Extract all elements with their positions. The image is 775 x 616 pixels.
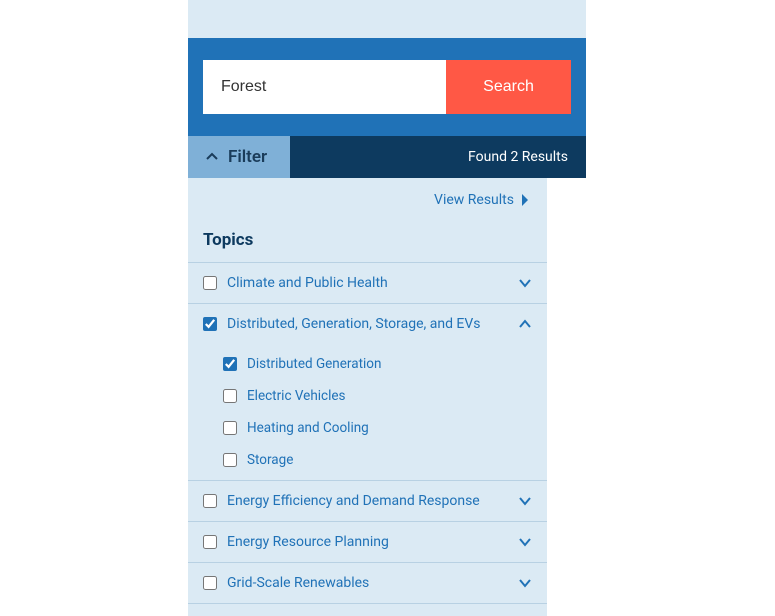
filter-label: Filter — [228, 147, 267, 167]
search-area: Search — [188, 38, 586, 136]
subtopic-storage[interactable]: Storage — [188, 444, 547, 476]
search-input[interactable] — [203, 60, 446, 114]
topic-label: Energy Resource Planning — [227, 534, 508, 550]
search-row: Search — [203, 60, 571, 114]
filter-toggle[interactable]: Filter — [188, 136, 290, 178]
chevron-down-icon[interactable] — [518, 576, 532, 590]
topic-label: Grid-Scale Renewables — [227, 575, 508, 591]
topics-heading: Topics — [188, 216, 547, 263]
topic-checkbox[interactable] — [203, 535, 217, 549]
search-button[interactable]: Search — [446, 60, 571, 114]
topic-checkbox[interactable] — [203, 317, 217, 331]
subtopic-electric-vehicles[interactable]: Electric Vehicles — [188, 380, 547, 412]
topic-label: Distributed, Generation, Storage, and EV… — [227, 316, 508, 332]
subtopic-label: Electric Vehicles — [247, 388, 346, 404]
subtopic-label: Distributed Generation — [247, 356, 381, 372]
filter-panel: View Results Topics Climate and Public H… — [188, 178, 547, 616]
view-results-link[interactable]: View Results — [434, 192, 530, 208]
topic-distributed-generation-storage-evs[interactable]: Distributed, Generation, Storage, and EV… — [188, 304, 547, 344]
topic-energy-resource-planning[interactable]: Energy Resource Planning — [188, 522, 547, 563]
subtopic-checkbox[interactable] — [223, 357, 237, 371]
filter-bar: Filter Found 2 Results — [188, 136, 586, 178]
topic-checkbox[interactable] — [203, 576, 217, 590]
subtopic-label: Storage — [247, 452, 293, 468]
chevron-right-icon — [520, 193, 530, 207]
subtopic-label: Heating and Cooling — [247, 420, 369, 436]
subtopic-distributed-generation[interactable]: Distributed Generation — [188, 348, 547, 380]
subtopic-checkbox[interactable] — [223, 453, 237, 467]
subtopic-checkbox[interactable] — [223, 389, 237, 403]
banner-spacer — [188, 0, 586, 38]
search-container: Search Filter Found 2 Results — [188, 38, 586, 178]
topic-subgroup: Distributed Generation Electric Vehicles… — [188, 344, 547, 481]
results-count: Found 2 Results — [290, 136, 586, 178]
topic-climate-public-health[interactable]: Climate and Public Health — [188, 263, 547, 304]
topic-label: Energy Efficiency and Demand Response — [227, 493, 508, 509]
view-results-row: View Results — [188, 178, 547, 216]
chevron-up-icon — [206, 151, 218, 163]
subtopic-heating-cooling[interactable]: Heating and Cooling — [188, 412, 547, 444]
topic-grid-scale-renewables[interactable]: Grid-Scale Renewables — [188, 563, 547, 604]
view-results-label: View Results — [434, 192, 514, 208]
chevron-down-icon[interactable] — [518, 535, 532, 549]
topic-checkbox[interactable] — [203, 494, 217, 508]
topic-checkbox[interactable] — [203, 276, 217, 290]
topic-energy-efficiency-demand-response[interactable]: Energy Efficiency and Demand Response — [188, 481, 547, 522]
chevron-down-icon[interactable] — [518, 276, 532, 290]
subtopic-checkbox[interactable] — [223, 421, 237, 435]
chevron-down-icon[interactable] — [518, 494, 532, 508]
results-count-text: Found 2 Results — [468, 149, 568, 165]
topic-label: Climate and Public Health — [227, 275, 508, 291]
chevron-up-icon[interactable] — [518, 317, 532, 331]
